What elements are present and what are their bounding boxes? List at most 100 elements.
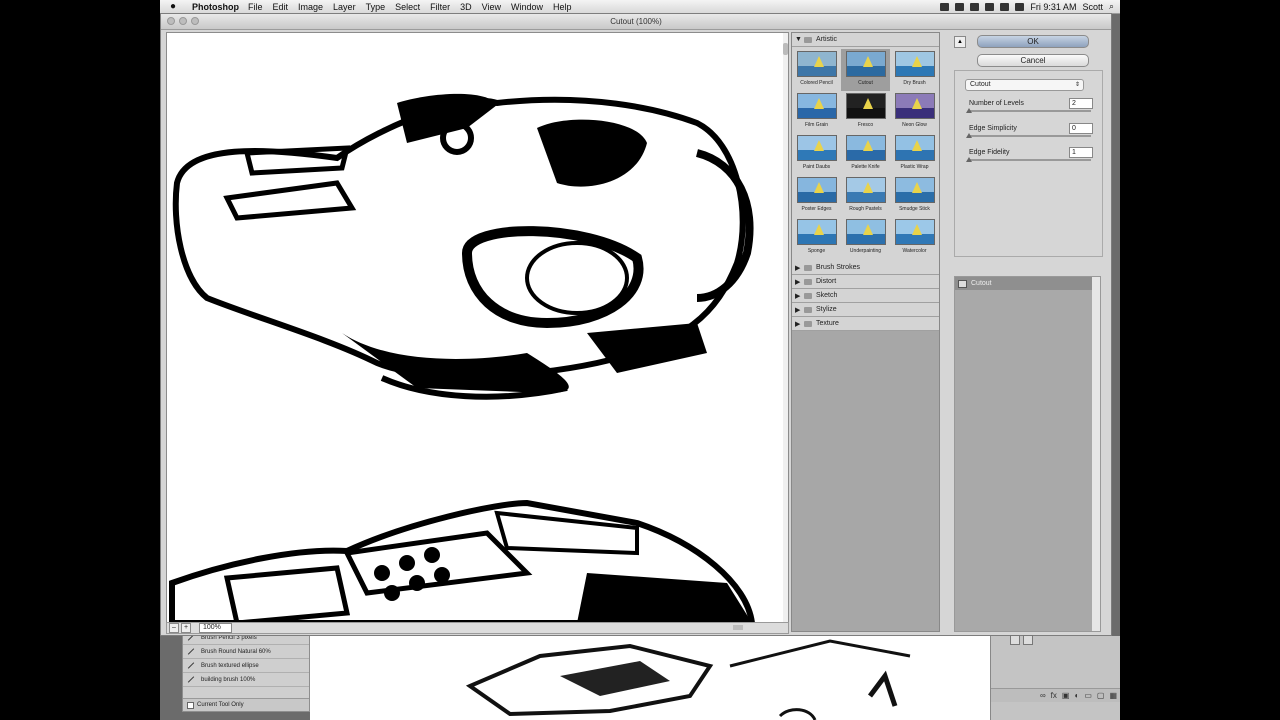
filter-thumb-underpainting[interactable]: Underpainting [841, 217, 890, 259]
fx-icon[interactable]: fx [1051, 691, 1057, 700]
category-sketch[interactable]: ▶ Sketch [792, 289, 939, 303]
filter-thumb-dry-brush[interactable]: Dry Brush [890, 49, 939, 91]
preview-statusbar: – + 100% [166, 622, 789, 634]
filter-thumb-paint-daubs[interactable]: Paint Daubs [792, 133, 841, 175]
category-stylize[interactable]: ▶ Stylize [792, 303, 939, 317]
menu-3d[interactable]: 3D [460, 2, 472, 12]
category-texture[interactable]: ▶ Texture [792, 317, 939, 331]
param-label: Edge Simplicity [969, 125, 1017, 132]
thumb-sail [862, 182, 873, 193]
filter-thumb-smudge-stick[interactable]: Smudge Stick [890, 175, 939, 217]
filter-thumb-cutout[interactable]: Cutout [841, 49, 890, 91]
adjustment-icon[interactable]: ◐ [1074, 691, 1079, 700]
trash-icon[interactable]: ▦ [1109, 691, 1117, 700]
menubar-clock[interactable]: Fri 9:31 AM [1030, 2, 1076, 12]
bluetooth-icon[interactable] [970, 2, 980, 11]
preview-vertical-scrollbar[interactable] [783, 33, 788, 623]
menu-image[interactable]: Image [298, 2, 323, 12]
param-label: Edge Fidelity [969, 149, 1010, 156]
menu-edit[interactable]: Edit [273, 2, 289, 12]
filter-thumb-sponge[interactable]: Sponge [792, 217, 841, 259]
menu-select[interactable]: Select [395, 2, 420, 12]
filter-preview-thumbnail [796, 219, 837, 245]
number-of-levels-input[interactable]: 2 [1069, 98, 1093, 109]
ok-button[interactable]: OK [977, 35, 1089, 48]
thumb-sail [813, 98, 824, 109]
category-distort[interactable]: ▶ Distort [792, 275, 939, 289]
app-menu[interactable]: Photoshop [192, 2, 239, 12]
volume-icon[interactable] [1015, 2, 1025, 11]
thumb-sail [911, 98, 922, 109]
camera-icon[interactable] [940, 2, 950, 11]
brush-icon [187, 662, 195, 669]
filter-thumb-neon-glow[interactable]: Neon Glow [890, 91, 939, 133]
new-layer-icon[interactable]: ▢ [1097, 691, 1105, 700]
menu-window[interactable]: Window [511, 2, 543, 12]
close-window-button[interactable] [167, 17, 175, 25]
filter-thumb-label: Watercolor [902, 248, 927, 254]
thumb-sea [797, 234, 836, 244]
category-artistic[interactable]: ▼ Artistic [792, 33, 939, 47]
preset-label: Brush textured ellipse [201, 662, 259, 669]
number-of-levels-slider[interactable] [969, 110, 1091, 112]
category-brush-strokes[interactable]: ▶ Brush Strokes [792, 261, 939, 275]
filter-thumb-palette-knife[interactable]: Palette Knife [841, 133, 890, 175]
scroll-thumb[interactable] [783, 43, 788, 55]
collapse-gallery-button[interactable]: ▲ [954, 36, 966, 48]
mask-icon[interactable]: ▣ [1062, 691, 1070, 700]
filter-select[interactable]: Cutout ⇕ [965, 79, 1084, 91]
slider-knob[interactable] [966, 108, 972, 113]
wifi-icon[interactable] [1000, 2, 1010, 11]
category-label: Texture [816, 320, 839, 327]
slider-knob[interactable] [966, 133, 972, 138]
resize-grip[interactable] [733, 625, 743, 630]
filter-thumb-plastic-wrap[interactable]: Plastic Wrap [890, 133, 939, 175]
link-layers-icon[interactable]: ∞ [1040, 691, 1046, 700]
disclosure-closed-icon: ▶ [795, 306, 801, 314]
preset-item[interactable]: Brush Round Natural 60% [183, 645, 309, 659]
menubar-user[interactable]: Scott [1082, 2, 1103, 12]
filter-preview[interactable] [166, 32, 789, 624]
edge-fidelity-input[interactable]: 1 [1069, 147, 1093, 158]
spotlight-icon[interactable]: ⌕ [1109, 1, 1114, 12]
zoom-out-button[interactable]: – [169, 623, 179, 633]
dropbox-icon[interactable] [955, 2, 965, 11]
effect-list-scrollbar[interactable] [1092, 277, 1100, 631]
filter-thumb-colored-pencil[interactable]: Colored Pencil [792, 49, 841, 91]
slider-knob[interactable] [966, 157, 972, 162]
filter-thumbnail-grid: Colored Pencil Cutout Dry Brush Film Grain F… [792, 47, 939, 261]
cancel-button[interactable]: Cancel [977, 54, 1089, 67]
menu-filter[interactable]: Filter [430, 2, 450, 12]
menu-view[interactable]: View [482, 2, 501, 12]
delete-effect-layer-icon[interactable] [1023, 635, 1033, 645]
preset-item[interactable]: building brush 100% [183, 673, 309, 687]
dialog-titlebar[interactable]: Cutout (100%) [161, 14, 1111, 30]
new-effect-layer-icon[interactable] [1010, 635, 1020, 645]
edge-simplicity-input[interactable]: 0 [1069, 123, 1093, 134]
visibility-eye-icon[interactable] [958, 279, 967, 288]
menu-type[interactable]: Type [366, 2, 386, 12]
menu-file[interactable]: File [248, 2, 263, 12]
time-machine-icon[interactable] [985, 2, 995, 11]
zoom-window-button[interactable] [191, 17, 199, 25]
edge-simplicity-slider[interactable] [969, 135, 1091, 137]
filter-thumb-rough-pastels[interactable]: Rough Pastels [841, 175, 890, 217]
minimize-window-button[interactable] [179, 17, 187, 25]
effect-layer-item[interactable]: Cutout [955, 277, 1100, 290]
filter-thumb-watercolor[interactable]: Watercolor [890, 217, 939, 259]
filter-thumb-fresco[interactable]: Fresco [841, 91, 890, 133]
zoom-in-button[interactable]: + [181, 623, 191, 633]
zoom-level-select[interactable]: 100% [199, 623, 232, 633]
checkbox[interactable] [187, 701, 194, 709]
filter-thumb-poster-edges[interactable]: Poster Edges [792, 175, 841, 217]
menu-layer[interactable]: Layer [333, 2, 356, 12]
current-tool-only-toggle[interactable]: Current Tool Only [183, 698, 309, 711]
menu-help[interactable]: Help [553, 2, 572, 12]
status-menus: Fri 9:31 AM Scott ⌕ [940, 0, 1114, 13]
filter-thumb-film-grain[interactable]: Film Grain [792, 91, 841, 133]
preset-item[interactable]: Brush textured ellipse [183, 659, 309, 673]
apple-menu-icon[interactable]: ● [170, 1, 182, 12]
edge-fidelity-slider[interactable] [969, 159, 1091, 161]
folder-icon [804, 320, 812, 327]
group-icon[interactable]: ▭ [1084, 691, 1092, 700]
